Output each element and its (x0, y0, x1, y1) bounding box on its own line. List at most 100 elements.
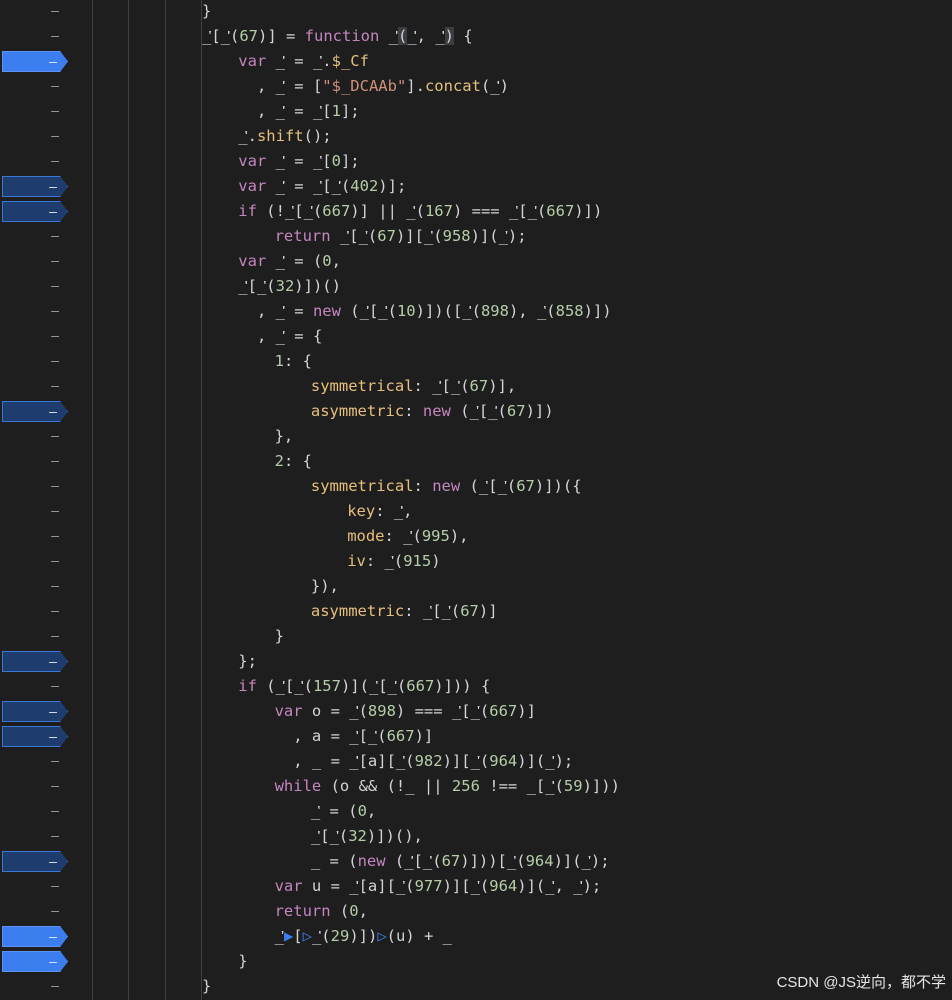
gutter-line[interactable]: – (0, 349, 76, 374)
code-token: 67 (460, 602, 479, 620)
gutter-line[interactable]: – (0, 849, 76, 874)
gutter-line[interactable]: – (0, 674, 76, 699)
gutter-line[interactable]: – (0, 524, 76, 549)
gutter-line[interactable]: – (0, 174, 76, 199)
breakpoint-marker[interactable]: – (2, 726, 68, 747)
code-line[interactable]: while (o && (!_ || 256 !== _[_ᡃᡃᡃᡃ(59)])… (275, 774, 620, 799)
breakpoint-marker[interactable]: – (2, 201, 68, 222)
gutter-line[interactable]: – (0, 199, 76, 224)
gutter-line[interactable]: – (0, 124, 76, 149)
gutter-line[interactable]: – (0, 724, 76, 749)
gutter-line[interactable]: – (0, 74, 76, 99)
gutter-line[interactable]: – (0, 624, 76, 649)
code-line[interactable]: if (!_ᡃᡃᡃᡃ[_ᡃᡃᡃᡃ(667)] || _ᡃᡃᡃᡃ(167) ===… (238, 199, 602, 224)
code-line[interactable]: _ᡃᡃᡃᡃ[_ᡃᡃᡃᡃ(32)])(), (311, 824, 423, 849)
gutter-line[interactable]: – (0, 449, 76, 474)
code-line[interactable]: , _ᡃᡃᡃᡃ = { (238, 324, 322, 349)
code-line[interactable]: return _ᡃᡃᡃᡃ[_ᡃᡃᡃᡃ(67)][_ᡃᡃᡃᡃ(958)](_ᡃᡃᡃ… (275, 224, 527, 249)
breakpoint-marker[interactable]: – (2, 701, 68, 722)
code-line[interactable]: }; (238, 649, 257, 674)
gutter-line[interactable]: – (0, 224, 76, 249)
code-token: : (413, 477, 433, 495)
code-line[interactable]: _ᡃᡃᡃᡃ[_ᡃᡃᡃᡃ(32)])() (238, 274, 341, 299)
breakpoint-marker[interactable]: – (2, 401, 68, 422)
gutter-line[interactable]: – (0, 824, 76, 849)
breakpoint-marker[interactable]: – (2, 851, 68, 872)
code-line[interactable]: mode: _ᡃᡃᡃᡃ(995), (347, 524, 468, 549)
gutter-line[interactable]: – (0, 899, 76, 924)
gutter-line[interactable]: – (0, 424, 76, 449)
code-line[interactable]: var u = _ᡃᡃᡃᡃ[a][_ᡃᡃᡃᡃ(977)][_ᡃᡃᡃᡃ(964)]… (275, 874, 602, 899)
code-line[interactable]: } (202, 974, 211, 999)
code-line[interactable]: } (202, 0, 211, 24)
code-line[interactable]: var _ᡃᡃᡃᡃ = _ᡃᡃᡃᡃ[0]; (238, 149, 359, 174)
breakpoint-marker[interactable]: – (2, 926, 68, 947)
code-line[interactable]: key: _ᡃᡃᡃᡃ, (347, 499, 412, 524)
code-line[interactable]: if (_ᡃᡃᡃᡃ[_ᡃᡃᡃᡃ(157)](_ᡃᡃᡃᡃ[_ᡃᡃᡃᡃ(667)])… (238, 674, 490, 699)
gutter-line[interactable]: – (0, 149, 76, 174)
code-line[interactable]: , _ = _ᡃᡃᡃᡃ[a][_ᡃᡃᡃᡃ(982)][_ᡃᡃᡃᡃ(964)](_… (275, 749, 574, 774)
code-line[interactable]: symmetrical: new (_ᡃᡃᡃᡃ[_ᡃᡃᡃᡃ(67)])({ (311, 474, 582, 499)
code-line[interactable]: _ᡃᡃᡃᡃ = (0, (311, 799, 376, 824)
code-line[interactable]: 1: { (275, 349, 312, 374)
code-line[interactable]: } (275, 624, 284, 649)
gutter-line[interactable]: – (0, 874, 76, 899)
code-token: (); (303, 127, 332, 145)
code-line[interactable]: , a = _ᡃᡃᡃᡃ[_ᡃᡃᡃᡃ(667)] (275, 724, 433, 749)
code-line[interactable]: return (0, (275, 899, 368, 924)
code-line[interactable]: iv: _ᡃᡃᡃᡃ(915) (347, 549, 440, 574)
code-line[interactable]: var _ᡃᡃᡃᡃ = _ᡃᡃᡃᡃ.$_Cf (238, 49, 369, 74)
breakpoint-marker[interactable]: – (2, 951, 68, 972)
gutter-line[interactable]: – (0, 49, 76, 74)
code-editor[interactable]: } _ᡃᡃᡃᡃ[_ᡃᡃᡃᡃ(67)] = function _ᡃᡃᡃᡃ(_ᡃᡃᡃᡃ… (76, 0, 952, 1000)
code-line[interactable]: }, (275, 424, 294, 449)
code-line[interactable]: var _ᡃᡃᡃᡃ = _ᡃᡃᡃᡃ[_ᡃᡃᡃᡃ(402)]; (238, 174, 406, 199)
code-line[interactable]: 2: { (275, 449, 312, 474)
gutter-line[interactable]: – (0, 949, 76, 974)
breakpoint-marker[interactable]: – (2, 176, 68, 197)
gutter-line[interactable]: – (0, 924, 76, 949)
gutter-line[interactable]: – (0, 474, 76, 499)
code-line[interactable]: _ = (new (_ᡃᡃᡃᡃ[_ᡃᡃᡃᡃ(67)]))[_ᡃᡃᡃᡃ(964)]… (311, 849, 610, 874)
gutter-line[interactable]: – (0, 324, 76, 349)
breakpoint-marker[interactable]: – (2, 651, 68, 672)
breakpoint-marker[interactable]: – (2, 51, 68, 72)
code-token: 667 (489, 702, 518, 720)
gutter-line[interactable]: – (0, 374, 76, 399)
gutter-line[interactable]: – (0, 299, 76, 324)
code-line[interactable]: var o = _ᡃᡃᡃᡃ(898) === _ᡃᡃᡃᡃ[_ᡃᡃᡃᡃ(667)] (275, 699, 536, 724)
gutter-line[interactable]: – (0, 549, 76, 574)
code-line[interactable]: _ᡃᡃᡃᡃ[_ᡃᡃᡃᡃ(67)] = function _ᡃᡃᡃᡃ(_ᡃᡃᡃᡃ,… (202, 24, 473, 49)
gutter-line[interactable]: – (0, 749, 76, 774)
gutter-line[interactable]: – (0, 649, 76, 674)
gutter-line[interactable]: – (0, 574, 76, 599)
gutter-line[interactable]: – (0, 599, 76, 624)
gutter-line[interactable]: – (0, 274, 76, 299)
gutter-line[interactable]: – (0, 699, 76, 724)
line-marker-dash: – (49, 205, 57, 220)
gutter-line[interactable]: – (0, 249, 76, 274)
code-line[interactable]: symmetrical: _ᡃᡃᡃᡃ[_ᡃᡃᡃᡃ(67)], (311, 374, 516, 399)
gutter-line[interactable]: – (0, 0, 76, 24)
gutter-line[interactable]: – (0, 774, 76, 799)
gutter-line[interactable]: – (0, 399, 76, 424)
gutter-line[interactable]: – (0, 974, 76, 999)
code-token: var (274, 702, 303, 720)
code-line[interactable]: asymmetric: _ᡃᡃᡃᡃ[_ᡃᡃᡃᡃ(67)] (311, 599, 498, 624)
code-line[interactable]: , _ᡃᡃᡃᡃ = ["$_DCAAb"].concat(_ᡃᡃᡃᡃ) (238, 74, 509, 99)
code-line[interactable]: , _ᡃᡃᡃᡃ = _ᡃᡃᡃᡃ[1]; (238, 99, 360, 124)
code-line[interactable]: asymmetric: new (_ᡃᡃᡃᡃ[_ᡃᡃᡃᡃ(67)]) (311, 399, 554, 424)
gutter-line[interactable]: – (0, 799, 76, 824)
code-token: ), (449, 527, 469, 545)
gutter-line[interactable]: – (0, 24, 76, 49)
code-line[interactable]: var _ᡃᡃᡃᡃ = (0, (238, 249, 341, 274)
gutter-line[interactable]: – (0, 99, 76, 124)
code-token: concat (424, 77, 481, 95)
code-line[interactable]: , _ᡃᡃᡃᡃ = new (_ᡃᡃᡃᡃ[_ᡃᡃᡃᡃ(10)])([_ᡃᡃᡃᡃ(… (238, 299, 612, 324)
code-line[interactable]: } (238, 949, 247, 974)
code-line[interactable]: _ᡃᡃᡃᡃ▶[▷_ᡃᡃᡃᡃ(29)])▷(u) + _ (275, 924, 452, 949)
code-token: )](_ᡃᡃᡃᡃ); (517, 752, 574, 770)
gutter-line[interactable]: – (0, 499, 76, 524)
code-line[interactable]: _ᡃᡃᡃᡃ.shift(); (238, 124, 331, 149)
code-line[interactable]: }), (311, 574, 339, 599)
